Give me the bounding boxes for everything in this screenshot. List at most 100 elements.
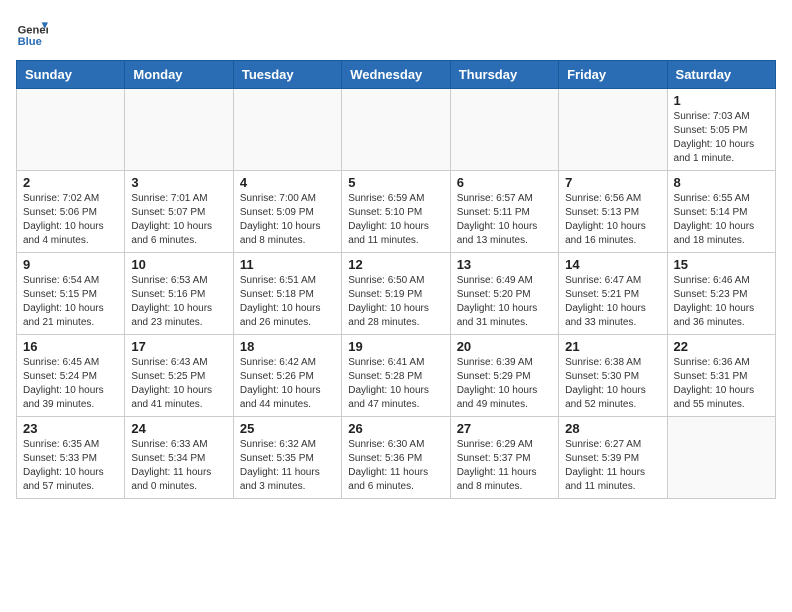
day-info: Sunrise: 6:36 AM Sunset: 5:31 PM Dayligh…: [674, 356, 769, 412]
calendar-cell: 14 Sunrise: 6:47 AM Sunset: 5:21 PM Dayli…: [559, 253, 667, 335]
logo-icon: General Blue: [16, 16, 48, 48]
day-number: 11: [240, 257, 335, 272]
calendar-week-2: 9Sunrise: 6:54 AM Sunset: 5:15 PM Daylig…: [17, 253, 776, 335]
calendar-cell: [125, 89, 233, 171]
weekday-header-sunday: Sunday: [17, 61, 125, 89]
calendar-body: 1 Sunrise: 7:03 AM Sunset: 5:05 PM Daylig…: [17, 89, 776, 499]
calendar-cell: 8 Sunrise: 6:55 AM Sunset: 5:14 PM Daylig…: [667, 171, 775, 253]
day-number: 15: [674, 257, 769, 272]
day-info: Sunrise: 6:45 AM Sunset: 5:24 PM Dayligh…: [23, 356, 118, 412]
day-info: Sunrise: 6:38 AM Sunset: 5:30 PM Dayligh…: [565, 356, 660, 412]
day-number: 28: [565, 421, 660, 436]
calendar-cell: 1 Sunrise: 7:03 AM Sunset: 5:05 PM Daylig…: [667, 89, 775, 171]
calendar-cell: [450, 89, 558, 171]
calendar-header: SundayMondayTuesdayWednesdayThursdayFrid…: [17, 61, 776, 89]
day-number: 1: [674, 93, 769, 108]
svg-text:Blue: Blue: [18, 36, 42, 48]
calendar-cell: 3Sunrise: 7:01 AM Sunset: 5:07 PM Daylig…: [125, 171, 233, 253]
calendar-cell: 13 Sunrise: 6:49 AM Sunset: 5:20 PM Dayli…: [450, 253, 558, 335]
calendar-week-1: 2 Sunrise: 7:02 AM Sunset: 5:06 PM Daylig…: [17, 171, 776, 253]
calendar-week-3: 16 Sunrise: 6:45 AM Sunset: 5:24 PM Dayli…: [17, 335, 776, 417]
day-number: 4: [240, 175, 335, 190]
day-info: Sunrise: 7:03 AM Sunset: 5:05 PM Dayligh…: [674, 110, 769, 166]
day-info: Sunrise: 6:49 AM Sunset: 5:20 PM Dayligh…: [457, 274, 552, 330]
calendar-cell: 2 Sunrise: 7:02 AM Sunset: 5:06 PM Daylig…: [17, 171, 125, 253]
day-info: Sunrise: 6:32 AM Sunset: 5:35 PM Dayligh…: [240, 438, 335, 494]
calendar-cell: 16 Sunrise: 6:45 AM Sunset: 5:24 PM Dayli…: [17, 335, 125, 417]
day-info: Sunrise: 6:59 AM Sunset: 5:10 PM Dayligh…: [348, 192, 443, 248]
weekday-header-saturday: Saturday: [667, 61, 775, 89]
day-number: 2: [23, 175, 118, 190]
day-info: Sunrise: 6:51 AM Sunset: 5:18 PM Dayligh…: [240, 274, 335, 330]
day-info: Sunrise: 6:30 AM Sunset: 5:36 PM Dayligh…: [348, 438, 443, 494]
calendar-cell: 9Sunrise: 6:54 AM Sunset: 5:15 PM Daylig…: [17, 253, 125, 335]
calendar-cell: 23Sunrise: 6:35 AM Sunset: 5:33 PM Dayli…: [17, 417, 125, 499]
calendar-cell: [233, 89, 341, 171]
calendar-cell: 18 Sunrise: 6:42 AM Sunset: 5:26 PM Dayli…: [233, 335, 341, 417]
day-number: 18: [240, 339, 335, 354]
day-info: Sunrise: 6:29 AM Sunset: 5:37 PM Dayligh…: [457, 438, 552, 494]
day-number: 24: [131, 421, 226, 436]
page-header: General Blue: [16, 16, 776, 48]
calendar-cell: 15Sunrise: 6:46 AM Sunset: 5:23 PM Dayli…: [667, 253, 775, 335]
calendar-cell: 17Sunrise: 6:43 AM Sunset: 5:25 PM Dayli…: [125, 335, 233, 417]
calendar-cell: 4 Sunrise: 7:00 AM Sunset: 5:09 PM Daylig…: [233, 171, 341, 253]
calendar-table: SundayMondayTuesdayWednesdayThursdayFrid…: [16, 60, 776, 499]
day-number: 6: [457, 175, 552, 190]
logo: General Blue: [16, 16, 52, 48]
day-info: Sunrise: 6:53 AM Sunset: 5:16 PM Dayligh…: [131, 274, 226, 330]
day-number: 9: [23, 257, 118, 272]
day-number: 13: [457, 257, 552, 272]
calendar-cell: 26 Sunrise: 6:30 AM Sunset: 5:36 PM Dayli…: [342, 417, 450, 499]
weekday-header-row: SundayMondayTuesdayWednesdayThursdayFrid…: [17, 61, 776, 89]
calendar-cell: [559, 89, 667, 171]
day-info: Sunrise: 7:02 AM Sunset: 5:06 PM Dayligh…: [23, 192, 118, 248]
day-number: 5: [348, 175, 443, 190]
calendar-cell: 22 Sunrise: 6:36 AM Sunset: 5:31 PM Dayli…: [667, 335, 775, 417]
calendar-cell: 27Sunrise: 6:29 AM Sunset: 5:37 PM Dayli…: [450, 417, 558, 499]
day-number: 10: [131, 257, 226, 272]
day-info: Sunrise: 6:47 AM Sunset: 5:21 PM Dayligh…: [565, 274, 660, 330]
calendar-cell: 7 Sunrise: 6:56 AM Sunset: 5:13 PM Daylig…: [559, 171, 667, 253]
calendar-cell: 21 Sunrise: 6:38 AM Sunset: 5:30 PM Dayli…: [559, 335, 667, 417]
weekday-header-tuesday: Tuesday: [233, 61, 341, 89]
day-number: 21: [565, 339, 660, 354]
day-number: 12: [348, 257, 443, 272]
day-number: 26: [348, 421, 443, 436]
day-info: Sunrise: 6:39 AM Sunset: 5:29 PM Dayligh…: [457, 356, 552, 412]
calendar-cell: 19 Sunrise: 6:41 AM Sunset: 5:28 PM Dayli…: [342, 335, 450, 417]
calendar-cell: [667, 417, 775, 499]
day-number: 14: [565, 257, 660, 272]
day-info: Sunrise: 6:33 AM Sunset: 5:34 PM Dayligh…: [131, 438, 226, 494]
day-number: 22: [674, 339, 769, 354]
day-info: Sunrise: 6:55 AM Sunset: 5:14 PM Dayligh…: [674, 192, 769, 248]
calendar-week-4: 23Sunrise: 6:35 AM Sunset: 5:33 PM Dayli…: [17, 417, 776, 499]
calendar-cell: 12Sunrise: 6:50 AM Sunset: 5:19 PM Dayli…: [342, 253, 450, 335]
day-info: Sunrise: 6:41 AM Sunset: 5:28 PM Dayligh…: [348, 356, 443, 412]
calendar-cell: 25Sunrise: 6:32 AM Sunset: 5:35 PM Dayli…: [233, 417, 341, 499]
day-number: 7: [565, 175, 660, 190]
svg-text:General: General: [18, 25, 48, 37]
day-info: Sunrise: 6:56 AM Sunset: 5:13 PM Dayligh…: [565, 192, 660, 248]
weekday-header-thursday: Thursday: [450, 61, 558, 89]
day-number: 17: [131, 339, 226, 354]
calendar-cell: 6 Sunrise: 6:57 AM Sunset: 5:11 PM Daylig…: [450, 171, 558, 253]
calendar-cell: 20 Sunrise: 6:39 AM Sunset: 5:29 PM Dayli…: [450, 335, 558, 417]
day-info: Sunrise: 6:57 AM Sunset: 5:11 PM Dayligh…: [457, 192, 552, 248]
weekday-header-wednesday: Wednesday: [342, 61, 450, 89]
day-number: 16: [23, 339, 118, 354]
day-info: Sunrise: 6:42 AM Sunset: 5:26 PM Dayligh…: [240, 356, 335, 412]
day-info: Sunrise: 6:27 AM Sunset: 5:39 PM Dayligh…: [565, 438, 660, 494]
day-number: 3: [131, 175, 226, 190]
calendar-week-0: 1 Sunrise: 7:03 AM Sunset: 5:05 PM Daylig…: [17, 89, 776, 171]
day-number: 20: [457, 339, 552, 354]
day-info: Sunrise: 7:00 AM Sunset: 5:09 PM Dayligh…: [240, 192, 335, 248]
calendar-cell: 28 Sunrise: 6:27 AM Sunset: 5:39 PM Dayli…: [559, 417, 667, 499]
day-number: 19: [348, 339, 443, 354]
weekday-header-friday: Friday: [559, 61, 667, 89]
calendar-cell: 10 Sunrise: 6:53 AM Sunset: 5:16 PM Dayli…: [125, 253, 233, 335]
calendar-cell: [342, 89, 450, 171]
calendar-cell: 11 Sunrise: 6:51 AM Sunset: 5:18 PM Dayli…: [233, 253, 341, 335]
day-number: 23: [23, 421, 118, 436]
day-number: 8: [674, 175, 769, 190]
